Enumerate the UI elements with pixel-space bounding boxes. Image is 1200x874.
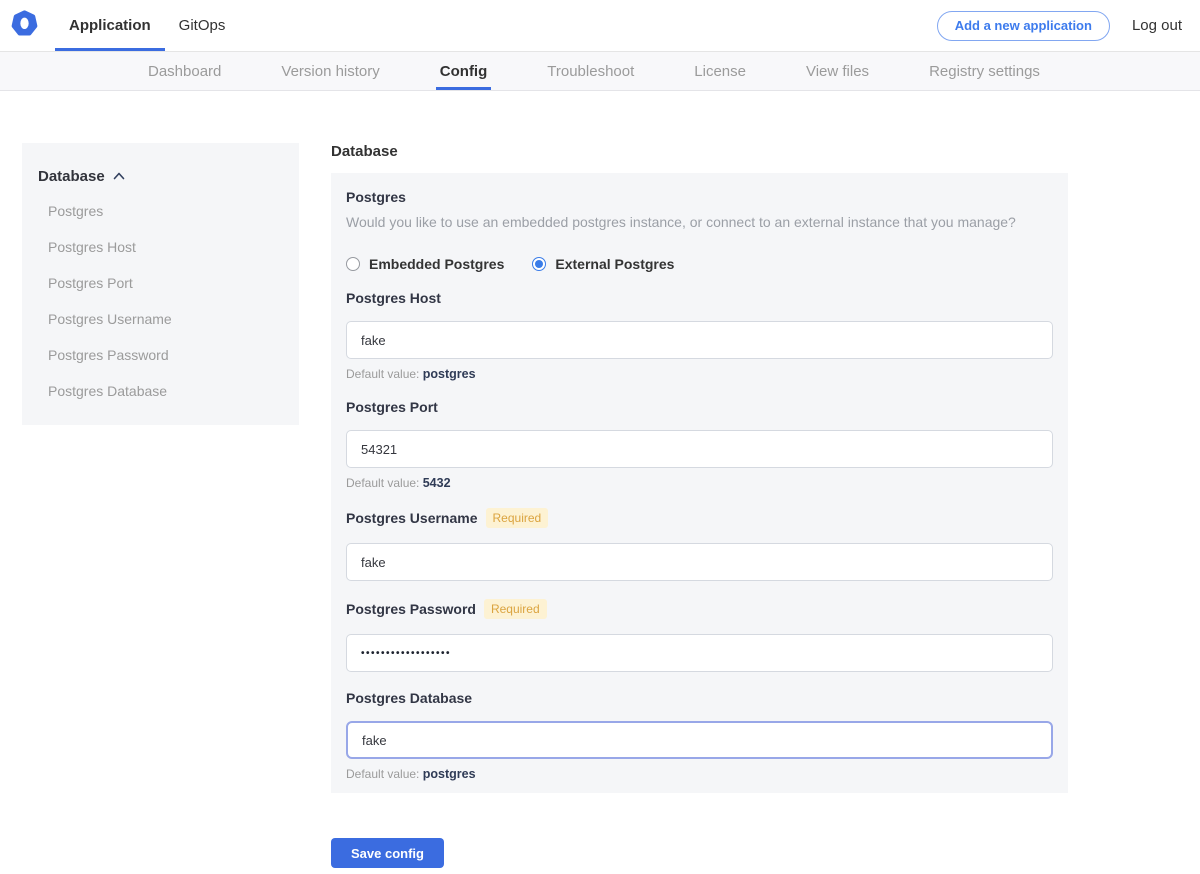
sidebar-item-postgres-port[interactable]: Postgres Port <box>22 265 299 301</box>
postgres-port-input[interactable] <box>346 430 1053 468</box>
tab-config[interactable]: Config <box>436 52 491 90</box>
field-postgres-port: Postgres Port Default value: 5432 <box>346 399 1053 490</box>
postgres-port-label: Postgres Port <box>346 399 438 415</box>
app-logo-icon <box>10 9 39 43</box>
embedded-postgres-label: Embedded Postgres <box>369 256 504 272</box>
sidebar-item-postgres-username[interactable]: Postgres Username <box>22 301 299 337</box>
postgres-port-default: Default value: 5432 <box>346 476 1053 490</box>
postgres-host-input[interactable] <box>346 321 1053 359</box>
tab-gitops[interactable]: GitOps <box>165 0 240 51</box>
save-config-button[interactable]: Save config <box>331 838 444 868</box>
sidebar-group-database[interactable]: Database <box>22 167 299 185</box>
tab-registry-settings[interactable]: Registry settings <box>925 52 1044 90</box>
postgres-host-label: Postgres Host <box>346 290 441 306</box>
tab-version-history[interactable]: Version history <box>277 52 383 90</box>
config-main: Database Postgres Would you like to use … <box>331 143 1068 868</box>
radio-checked-icon[interactable] <box>532 257 546 271</box>
required-badge: Required <box>484 599 547 619</box>
external-postgres-option[interactable]: External Postgres <box>532 256 674 272</box>
field-postgres-password: Postgres Password Required <box>346 599 1053 672</box>
sidebar-item-postgres-host[interactable]: Postgres Host <box>22 229 299 265</box>
postgres-password-input[interactable] <box>346 634 1053 672</box>
postgres-group-label: Postgres <box>346 189 1053 205</box>
tab-troubleshoot[interactable]: Troubleshoot <box>543 52 638 90</box>
field-postgres-host: Postgres Host Default value: postgres <box>346 290 1053 381</box>
external-postgres-label: External Postgres <box>555 256 674 272</box>
postgres-password-label: Postgres Password <box>346 601 476 617</box>
config-content: Database Postgres Postgres Host Postgres… <box>0 91 1200 868</box>
add-new-application-button[interactable]: Add a new application <box>937 11 1110 41</box>
app-subnav: Dashboard Version history Config Trouble… <box>0 52 1200 91</box>
radio-unchecked-icon[interactable] <box>346 257 360 271</box>
tab-license[interactable]: License <box>690 52 750 90</box>
logout-button[interactable]: Log out <box>1132 17 1182 34</box>
top-tabs: Application GitOps <box>55 0 239 51</box>
sidebar-group-label: Database <box>38 168 105 185</box>
page-title: Database <box>331 143 1068 160</box>
postgres-username-input[interactable] <box>346 543 1053 581</box>
postgres-database-default: Default value: postgres <box>346 767 1053 781</box>
database-config-card: Postgres Would you like to use an embedd… <box>331 173 1068 793</box>
postgres-type-group: Postgres Would you like to use an embedd… <box>346 189 1053 272</box>
postgres-username-label: Postgres Username <box>346 510 478 526</box>
topnav-right: Add a new application Log out <box>937 0 1200 51</box>
embedded-postgres-option[interactable]: Embedded Postgres <box>346 256 504 272</box>
sidebar-item-postgres[interactable]: Postgres <box>22 193 299 229</box>
required-badge: Required <box>486 508 549 528</box>
postgres-database-input[interactable] <box>346 721 1053 759</box>
field-postgres-database: Postgres Database Default value: postgre… <box>346 690 1053 781</box>
postgres-database-label: Postgres Database <box>346 690 472 706</box>
sidebar-item-postgres-database[interactable]: Postgres Database <box>22 373 299 409</box>
top-navbar: Application GitOps Add a new application… <box>0 0 1200 52</box>
postgres-host-default: Default value: postgres <box>346 367 1053 381</box>
config-sidebar: Database Postgres Postgres Host Postgres… <box>22 143 299 425</box>
chevron-up-icon <box>113 167 125 185</box>
tab-view-files[interactable]: View files <box>802 52 873 90</box>
app-logo[interactable] <box>0 0 47 51</box>
tab-application[interactable]: Application <box>55 0 165 51</box>
tab-dashboard[interactable]: Dashboard <box>144 52 225 90</box>
postgres-type-options: Embedded Postgres External Postgres <box>346 256 1053 272</box>
postgres-group-help: Would you like to use an embedded postgr… <box>346 214 1053 230</box>
sidebar-item-postgres-password[interactable]: Postgres Password <box>22 337 299 373</box>
field-postgres-username: Postgres Username Required <box>346 508 1053 581</box>
